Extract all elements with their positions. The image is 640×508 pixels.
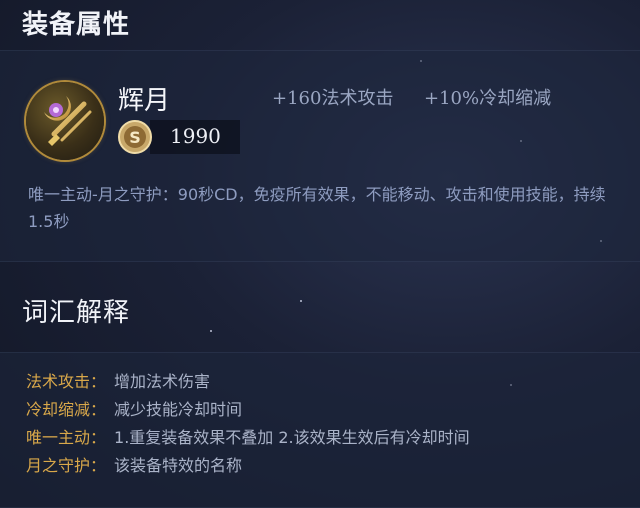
glossary-definition: 增加法术伤害 — [114, 372, 211, 391]
svg-text:S: S — [129, 128, 141, 147]
glossary-row: 唯一主动： 1.重复装备效果不叠加 2.该效果生效后有冷却时间 — [26, 428, 470, 448]
glossary-term: 月之守护： — [26, 456, 107, 475]
glossary-definition: 减少技能冷却时间 — [114, 400, 243, 419]
gold-coin-icon: S — [117, 119, 153, 155]
item-description: 唯一主动-月之守护：90秒CD，免疫所有效果，不能移动、攻击和使用技能，持续1.… — [28, 185, 606, 231]
glossary-row: 冷却缩减： 减少技能冷却时间 — [26, 400, 242, 420]
moon-scepter-icon — [26, 82, 104, 160]
glossary-term: 法术攻击： — [26, 372, 107, 391]
item-name: 辉月 — [118, 86, 171, 116]
glossary-row: 月之守护： 该装备特效的名称 — [26, 456, 242, 476]
glossary-definition: 1.重复装备效果不叠加 2.该效果生效后有冷却时间 — [114, 428, 470, 447]
item-stat-magic-attack: +160法术攻击 — [272, 88, 394, 109]
glossary-term: 唯一主动： — [26, 428, 107, 447]
glossary-row: 法术攻击： 增加法术伤害 — [26, 372, 210, 392]
section-title-attributes: 装备属性 — [22, 10, 131, 40]
section-title-glossary: 词汇解释 — [22, 298, 131, 328]
item-price: 1990 — [170, 124, 221, 148]
item-stat-cooldown-reduction: +10%冷却缩减 — [424, 88, 552, 109]
glossary-definition: 该装备特效的名称 — [114, 456, 243, 475]
glossary-term: 冷却缩减： — [26, 400, 107, 419]
